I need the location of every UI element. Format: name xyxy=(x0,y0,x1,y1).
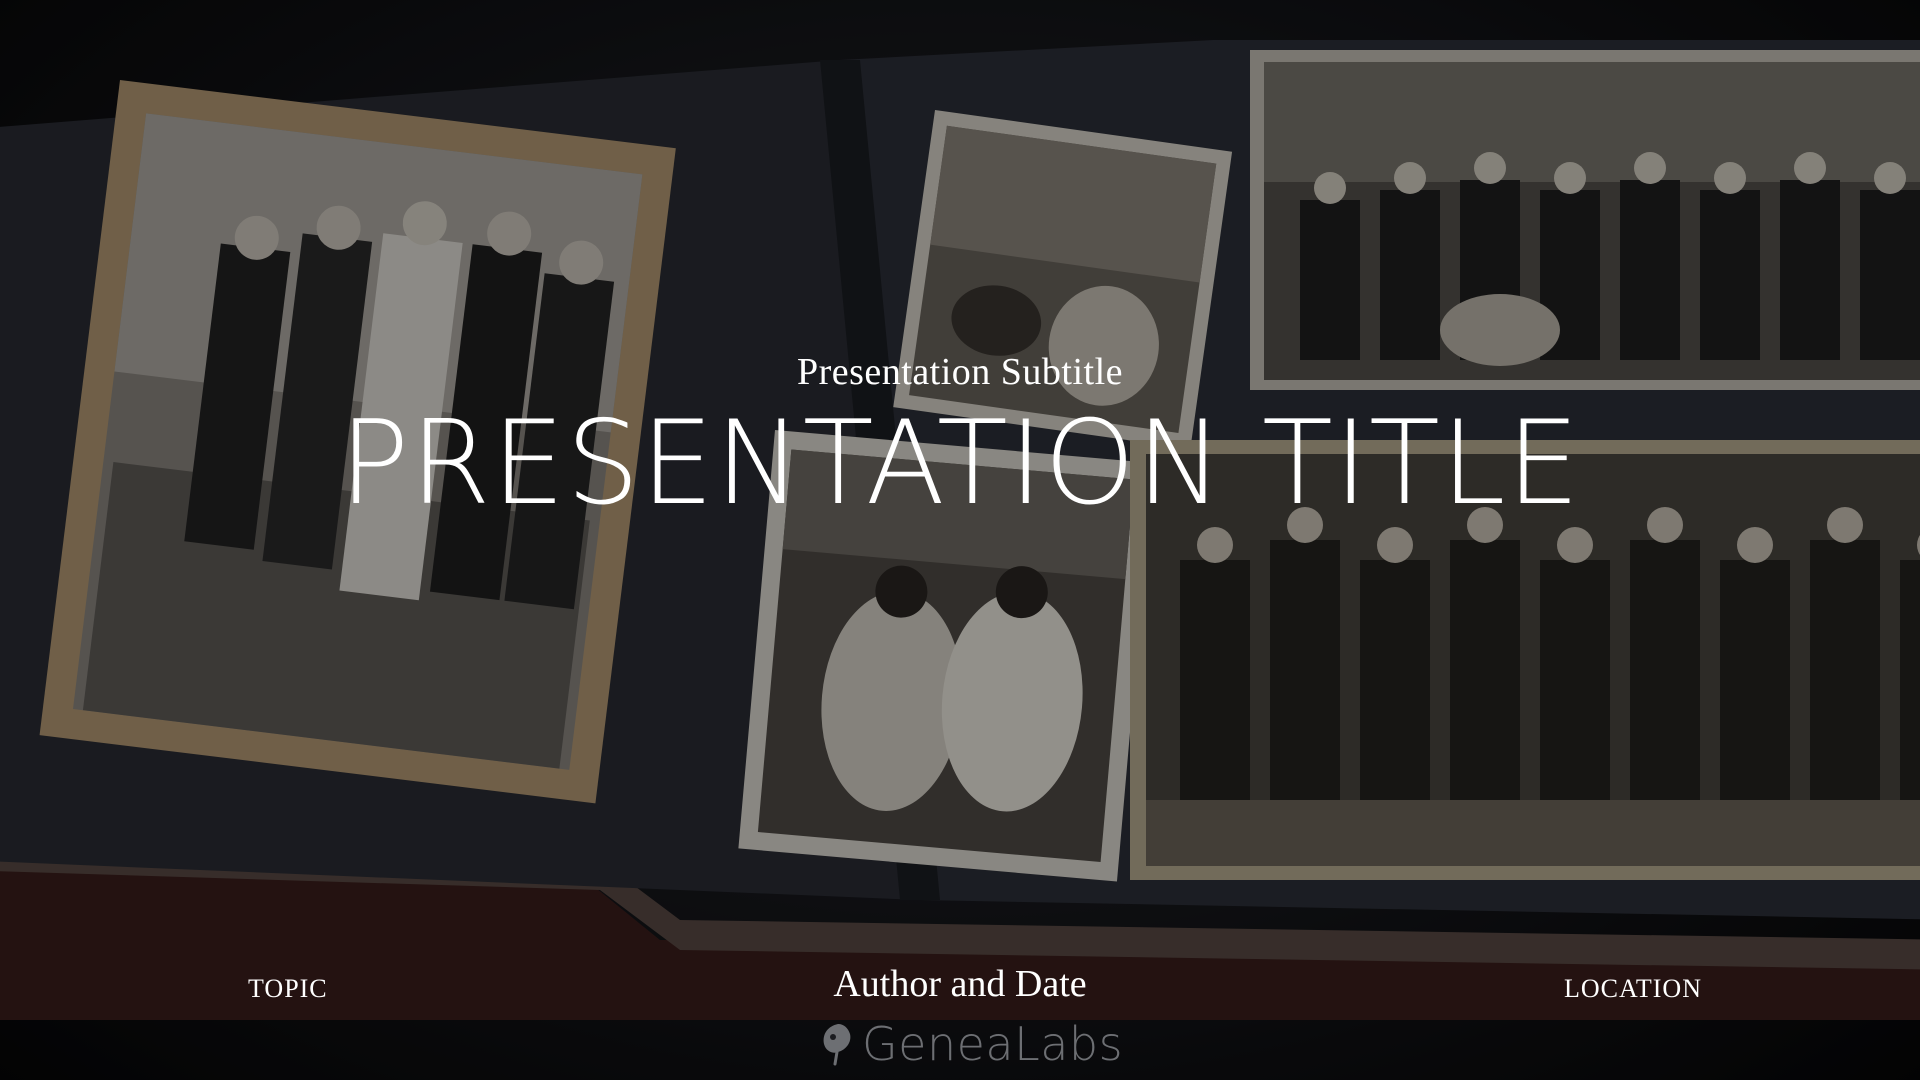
title-slide: Presentation Subtitle PRESENTATION TITLE… xyxy=(0,0,1920,1080)
dark-overlay xyxy=(0,0,1920,1080)
presentation-subtitle: Presentation Subtitle xyxy=(796,351,1124,393)
genealabs-logo: GeneaLabs xyxy=(820,1016,1123,1072)
location-label: LOCATION xyxy=(1564,974,1702,1003)
leaf-tree-icon xyxy=(823,1024,851,1066)
presentation-title: PRESENTATION TITLE xyxy=(339,396,1581,531)
logo-wordmark: GeneaLabs xyxy=(862,1017,1124,1071)
